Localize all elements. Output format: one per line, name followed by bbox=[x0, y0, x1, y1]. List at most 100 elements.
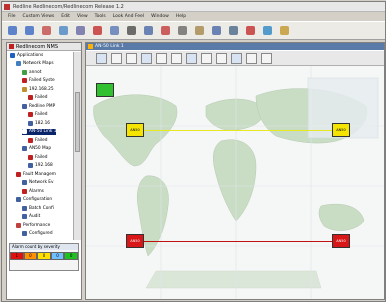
tree-item-label: Failed bbox=[35, 95, 48, 100]
alarm-severity-cell[interactable]: 0 bbox=[50, 252, 65, 260]
help-icon[interactable] bbox=[280, 26, 289, 35]
tree-item-label: Failed bbox=[35, 112, 48, 117]
tree-node-icon bbox=[10, 52, 15, 58]
yellow-device-right[interactable]: AN50 bbox=[332, 123, 350, 137]
new-icon[interactable] bbox=[110, 26, 119, 35]
main-toolbar bbox=[2, 21, 385, 40]
tree-item-label: Redline PMP bbox=[29, 103, 56, 109]
tree-item-label: Alarms bbox=[29, 188, 44, 194]
navigation-tree: Applications Network Maps annot Failed Syst… bbox=[7, 52, 73, 240]
tree-item-label: Configured bbox=[29, 231, 53, 236]
app-icon bbox=[4, 3, 10, 10]
cut-icon[interactable] bbox=[42, 26, 51, 35]
tree-node-icon bbox=[22, 129, 27, 134]
monitor-icon[interactable] bbox=[229, 26, 238, 35]
ok-link[interactable] bbox=[144, 130, 334, 131]
tree-item[interactable]: Alarms bbox=[22, 188, 44, 194]
link-tool-icon[interactable] bbox=[216, 53, 227, 64]
tree-item[interactable]: Configured bbox=[22, 231, 53, 237]
tree-item[interactable]: Audit bbox=[22, 214, 40, 220]
fit-icon[interactable] bbox=[171, 53, 182, 64]
red-device-left[interactable]: AN50 bbox=[126, 234, 144, 248]
help-icon[interactable] bbox=[261, 53, 272, 64]
tree-node-icon bbox=[28, 163, 33, 168]
tree-item[interactable]: Applications bbox=[10, 52, 43, 58]
tree-item[interactable]: Failed bbox=[28, 154, 47, 160]
move-icon[interactable] bbox=[111, 53, 122, 64]
tree-item[interactable]: AN50 Map bbox=[22, 146, 51, 152]
menu-help[interactable]: Help bbox=[176, 14, 186, 19]
tree-item[interactable]: Batch Confi bbox=[22, 205, 54, 211]
tree-item[interactable]: 192.168.25 bbox=[22, 86, 54, 92]
menu-view[interactable]: View bbox=[77, 14, 88, 19]
properties-icon[interactable] bbox=[231, 53, 242, 64]
tree-item[interactable]: AN-50 Link 1 bbox=[22, 128, 57, 135]
tree-node-icon bbox=[22, 205, 27, 211]
close-icon[interactable] bbox=[161, 26, 170, 35]
tree-item[interactable]: Performance bbox=[16, 222, 50, 228]
link-icon[interactable] bbox=[144, 26, 153, 35]
tree-node-icon bbox=[22, 180, 27, 185]
alarm-count-panel: Alarm count by severity 10000 bbox=[9, 243, 79, 271]
grid-icon[interactable] bbox=[212, 26, 221, 35]
select-icon[interactable] bbox=[96, 53, 107, 64]
menu-edit[interactable]: Edit bbox=[61, 14, 70, 19]
alarm-severity-cell[interactable]: 0 bbox=[23, 252, 38, 260]
tree-item[interactable]: Failed Syste bbox=[22, 78, 55, 84]
tree-item-label: Configuration bbox=[23, 197, 53, 202]
tree-item-label: Performance bbox=[23, 222, 51, 228]
tree-item[interactable]: Network Maps bbox=[16, 61, 54, 67]
tree-item[interactable]: Fault Managem bbox=[16, 171, 56, 177]
menu-look-and-feel[interactable]: Look And Feel bbox=[113, 14, 144, 19]
tree-node-icon bbox=[28, 112, 33, 117]
tree-item[interactable]: Failed bbox=[28, 137, 47, 143]
refresh-icon[interactable] bbox=[263, 26, 272, 35]
tree-item[interactable]: Failed bbox=[28, 112, 47, 118]
tree-node-icon bbox=[28, 137, 33, 143]
save-icon[interactable] bbox=[201, 53, 212, 64]
paste-icon[interactable] bbox=[76, 26, 85, 35]
menu-custom-views[interactable]: Custom Views bbox=[23, 14, 55, 19]
tree-item[interactable]: Network Ev bbox=[22, 180, 54, 186]
forward-icon[interactable] bbox=[25, 26, 34, 35]
tool-icon[interactable] bbox=[246, 26, 255, 35]
pen-icon[interactable] bbox=[126, 53, 137, 64]
menu-file[interactable]: File bbox=[8, 14, 16, 19]
tree-item-label: AN-50 Link 1 bbox=[29, 129, 57, 134]
delete-icon[interactable] bbox=[93, 26, 102, 35]
tree-item-label: Fault Managem bbox=[23, 171, 56, 177]
tree-item[interactable]: 192.168 bbox=[28, 163, 53, 169]
tree-item[interactable]: annot bbox=[22, 69, 41, 75]
print-icon[interactable] bbox=[127, 26, 136, 35]
red-device-right[interactable]: AN50 bbox=[332, 234, 350, 248]
alarm-severity-cell[interactable]: 0 bbox=[37, 252, 51, 260]
scroll-thumb[interactable] bbox=[75, 92, 80, 152]
tree-node-icon bbox=[28, 154, 33, 160]
alarm-severity-cell[interactable]: 0 bbox=[64, 252, 78, 260]
alarm-cells: 10000 bbox=[10, 252, 78, 260]
yellow-device-left[interactable]: AN50 bbox=[126, 123, 144, 137]
export-icon[interactable] bbox=[246, 53, 257, 64]
menu-window[interactable]: Window bbox=[151, 14, 169, 19]
failed-link[interactable] bbox=[144, 241, 334, 242]
tree-scrollbar[interactable] bbox=[73, 52, 81, 240]
open-icon[interactable] bbox=[195, 26, 204, 35]
copy-icon[interactable] bbox=[59, 26, 68, 35]
zoom-out-icon[interactable] bbox=[156, 53, 167, 64]
back-icon[interactable] bbox=[8, 26, 17, 35]
tree-item[interactable]: Redline PMP bbox=[22, 103, 55, 109]
tree-node-icon bbox=[22, 86, 27, 92]
green-device[interactable] bbox=[96, 83, 114, 97]
menu-tools[interactable]: Tools bbox=[95, 14, 106, 19]
find-icon[interactable] bbox=[178, 26, 187, 35]
zoom-in-icon[interactable] bbox=[141, 53, 152, 64]
tree-item[interactable]: Configuration bbox=[16, 197, 52, 203]
layout-icon[interactable] bbox=[186, 53, 197, 64]
alarm-severity-cell[interactable]: 1 bbox=[10, 252, 24, 260]
tree-item[interactable]: Failed bbox=[28, 95, 47, 101]
app-window: Redline Redlinecom/Redlinecom Release 1.… bbox=[1, 1, 386, 302]
map-canvas[interactable]: AN50 AN50 AN50 AN50 bbox=[86, 66, 384, 299]
tree-node-icon bbox=[22, 146, 27, 151]
tree-node-icon bbox=[22, 231, 27, 236]
tree-item[interactable]: 182.16 bbox=[28, 120, 50, 126]
